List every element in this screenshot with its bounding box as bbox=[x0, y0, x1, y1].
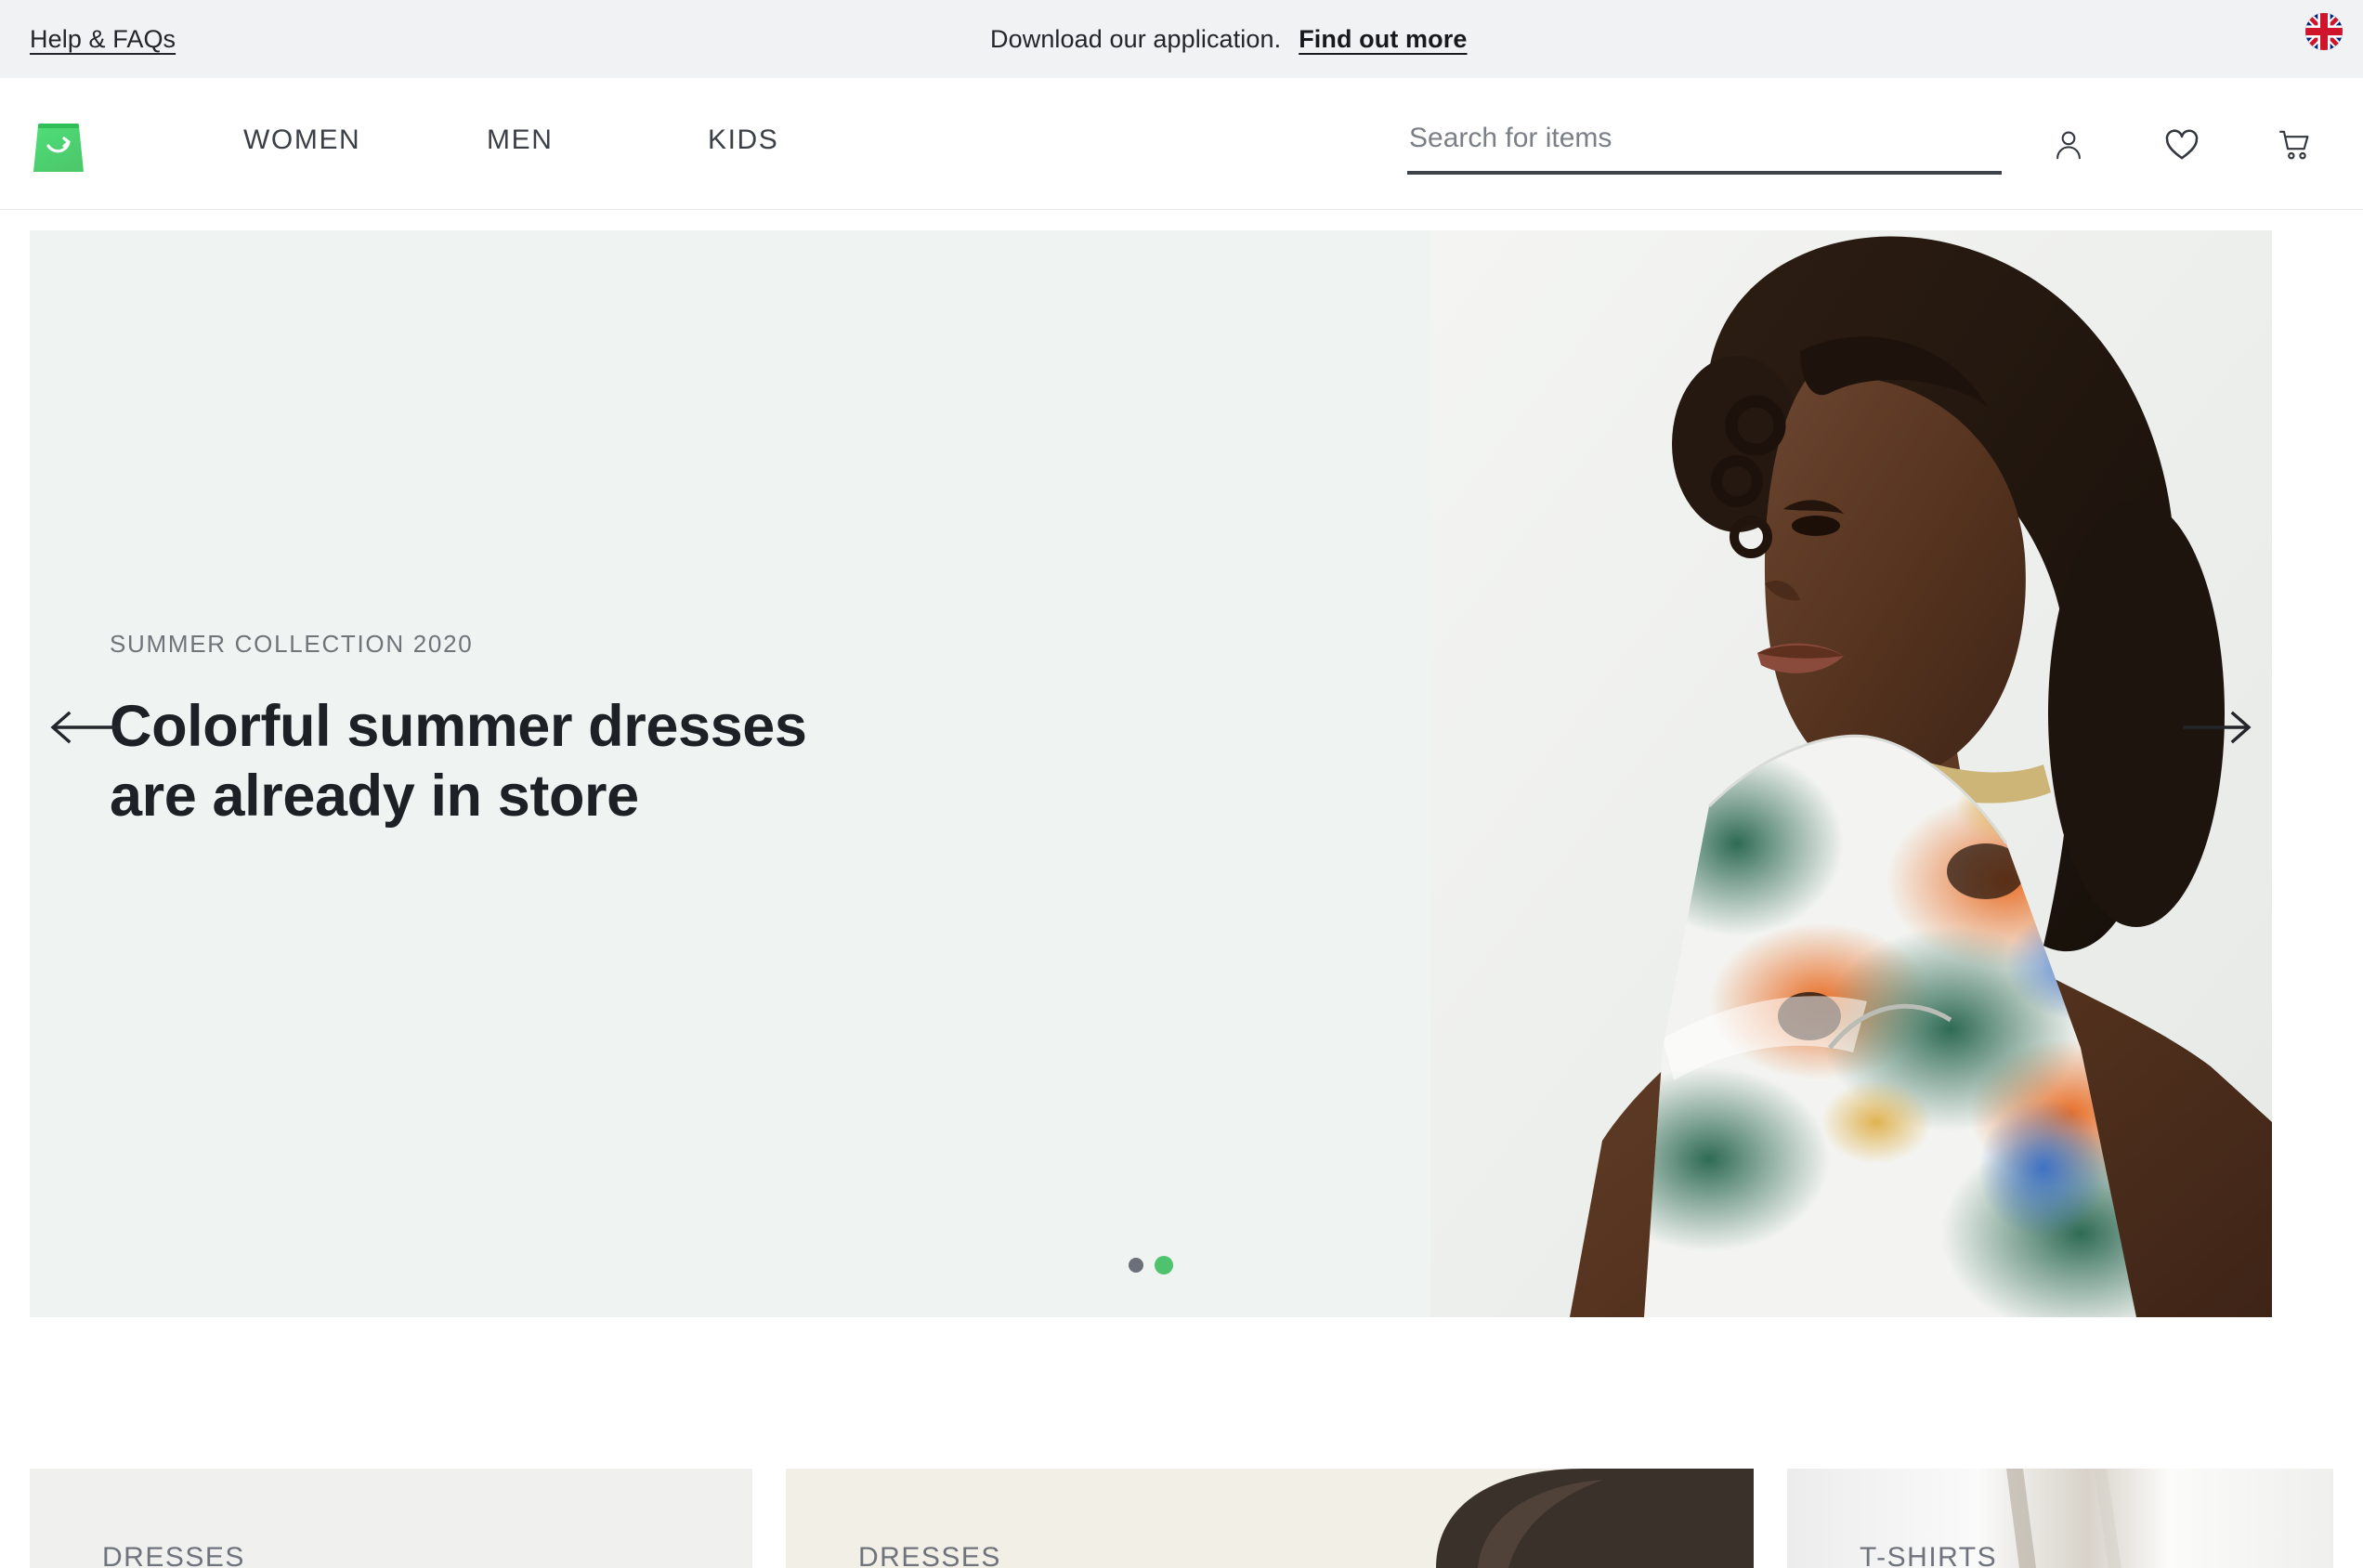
uk-flag-icon[interactable] bbox=[2305, 13, 2343, 50]
hero-carousel: SUMMER COLLECTION 2020 Colorful summer d… bbox=[30, 230, 2272, 1317]
category-card-label: DRESSES bbox=[858, 1542, 1001, 1568]
search-underline bbox=[1407, 171, 2002, 175]
announcement-message-group: Download our application. Find out more bbox=[990, 25, 1468, 54]
carousel-prev-arrow-icon[interactable] bbox=[48, 709, 119, 746]
help-faqs-link[interactable]: Help & FAQs bbox=[30, 25, 176, 54]
nav-item-women[interactable]: WOMEN bbox=[243, 124, 487, 156]
site-header: WOMEN MEN KIDS bbox=[0, 78, 2363, 210]
search-field-wrapper bbox=[1407, 123, 2002, 175]
announcement-bar: Help & FAQs Download our application. Fi… bbox=[0, 0, 2363, 78]
search-input[interactable] bbox=[1407, 123, 2002, 171]
hero-model-photo bbox=[1430, 230, 2272, 1317]
hero-title-line-1: Colorful summer dresses bbox=[110, 694, 807, 759]
category-card-tshirts[interactable]: T-SHIRTS bbox=[1787, 1469, 2333, 1568]
shopping-cart-icon[interactable] bbox=[2239, 126, 2352, 163]
nav-item-kids[interactable]: KIDS bbox=[708, 124, 778, 156]
carousel-dot-1[interactable] bbox=[1129, 1258, 1143, 1273]
shopping-bag-logo[interactable] bbox=[30, 120, 87, 177]
hero-eyebrow: SUMMER COLLECTION 2020 bbox=[110, 630, 474, 658]
primary-navigation: WOMEN MEN KIDS bbox=[243, 124, 778, 156]
find-out-more-link[interactable]: Find out more bbox=[1299, 25, 1467, 54]
carousel-dot-2[interactable] bbox=[1155, 1256, 1173, 1274]
category-card-dresses-1[interactable]: DRESSES bbox=[30, 1469, 752, 1568]
category-card-label: DRESSES bbox=[102, 1542, 245, 1568]
header-icon-group bbox=[2012, 126, 2352, 163]
category-card-dresses-2[interactable]: DRESSES bbox=[786, 1469, 1754, 1568]
announcement-text: Download our application. bbox=[990, 24, 1282, 53]
wishlist-heart-icon[interactable] bbox=[2125, 126, 2239, 163]
category-card-label: T-SHIRTS bbox=[1860, 1542, 1998, 1568]
carousel-dots bbox=[1129, 1256, 1173, 1274]
category-card-row: DRESSES DRESSES T-SHIRTS bbox=[30, 1469, 2333, 1568]
hero-text-block: SUMMER COLLECTION 2020 Colorful summer d… bbox=[110, 630, 1038, 831]
account-icon[interactable] bbox=[2012, 127, 2125, 163]
hero-title-line-2: are already in store bbox=[110, 763, 639, 829]
carousel-next-arrow-icon[interactable] bbox=[2183, 709, 2253, 746]
nav-item-men[interactable]: MEN bbox=[487, 124, 708, 156]
